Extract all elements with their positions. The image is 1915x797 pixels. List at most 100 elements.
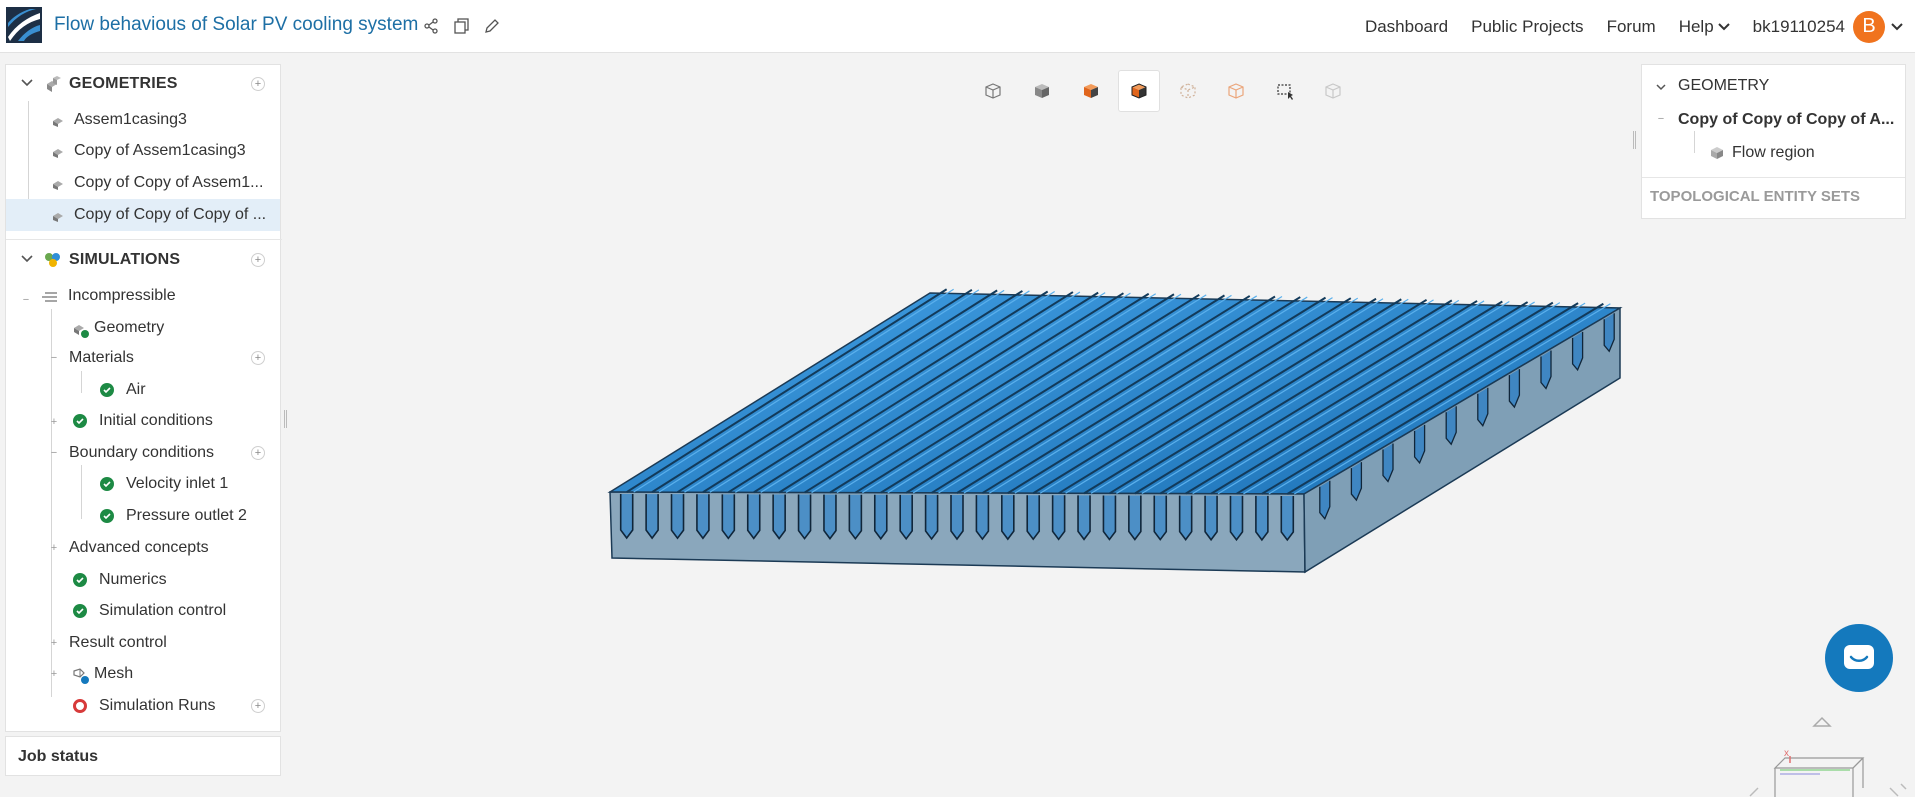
chevron-down-icon[interactable]: [20, 252, 34, 266]
solid-cube-icon[interactable]: [1021, 70, 1063, 112]
check-icon: [73, 414, 87, 428]
geometry-item[interactable]: Copy of Assem1casing3: [30, 138, 280, 164]
project-title[interactable]: Flow behavious of Solar PV cooling syste…: [54, 14, 418, 36]
add-simulation-run-button[interactable]: +: [251, 699, 265, 713]
topological-entity-sets-header[interactable]: TOPOLOGICAL ENTITY SETS: [1650, 188, 1860, 205]
simulations-icon: [45, 253, 60, 267]
share-icon[interactable]: [420, 15, 442, 37]
right-panel-resize-handle[interactable]: [1633, 131, 1636, 149]
fin-front: [670, 494, 685, 540]
fin-front: [899, 494, 913, 541]
tree-item-numerics[interactable]: Numerics: [73, 567, 167, 593]
chat-button[interactable]: [1825, 624, 1893, 692]
solid-cube-icon: [1711, 147, 1723, 159]
tree-item-advanced-concepts[interactable]: Advanced concepts: [69, 535, 209, 561]
check-icon: [100, 477, 114, 491]
tree-item-initial-conditions[interactable]: Initial conditions: [73, 408, 213, 434]
panel-resize-handle[interactable]: [284, 410, 287, 428]
avatar[interactable]: B: [1853, 10, 1885, 43]
expand-toggle[interactable]: +: [49, 638, 59, 649]
add-boundary-condition-button[interactable]: +: [251, 446, 265, 460]
username[interactable]: bk19110254: [1753, 17, 1845, 37]
tree-item-air[interactable]: Air: [100, 377, 146, 403]
collapse-toggle[interactable]: −: [1656, 114, 1666, 125]
geometries-icon: [47, 76, 61, 92]
nav-forum[interactable]: Forum: [1607, 17, 1656, 37]
fin-front: [1255, 495, 1269, 542]
check-icon: [100, 509, 114, 523]
geometry-item[interactable]: Assem1casing3: [30, 107, 280, 133]
tree-item-geometry[interactable]: Geometry: [72, 315, 164, 341]
points-cube-icon[interactable]: [1167, 70, 1209, 112]
geometry-item[interactable]: Copy of Copy of Assem1...: [30, 170, 280, 196]
fin-front: [746, 494, 761, 540]
nav-public-projects[interactable]: Public Projects: [1471, 17, 1583, 37]
geometry-item-label: Copy of Assem1casing3: [74, 142, 246, 159]
simulations-title: SIMULATIONS: [69, 251, 181, 268]
tree-item-materials[interactable]: Materials: [69, 345, 134, 371]
geometry-item-label: Assem1casing3: [74, 111, 187, 128]
settings-cube-icon[interactable]: [1312, 70, 1354, 112]
edit-icon[interactable]: [481, 15, 503, 37]
job-status-panel[interactable]: Job status: [5, 736, 281, 776]
flow-region-item[interactable]: Flow region: [1732, 144, 1815, 162]
simulations-section-header[interactable]: SIMULATIONS +: [6, 241, 282, 279]
chevron-down-icon[interactable]: [1655, 81, 1667, 93]
list-icon: [42, 290, 58, 302]
fin-front: [1153, 495, 1168, 541]
collapse-toggle[interactable]: −: [21, 295, 31, 306]
orange-cube-icon[interactable]: [1070, 70, 1112, 112]
nav-help[interactable]: Help: [1679, 17, 1730, 37]
section-cube-icon[interactable]: [1118, 70, 1160, 112]
fin-front: [1102, 495, 1117, 541]
tree-item-boundary-conditions[interactable]: Boundary conditions: [69, 440, 214, 466]
check-icon: [100, 383, 114, 397]
tree-item-pressure-outlet[interactable]: Pressure outlet 2: [100, 503, 247, 529]
expand-toggle[interactable]: +: [49, 669, 59, 680]
tree-item-label: Mesh: [94, 665, 134, 682]
geometries-section-header[interactable]: GEOMETRIES +: [6, 65, 282, 103]
tree-item-simulation-runs[interactable]: Simulation Runs: [73, 693, 216, 719]
fin-front: [797, 494, 812, 540]
svg-text:x: x: [1784, 748, 1789, 759]
add-material-button[interactable]: +: [251, 351, 265, 365]
outline-cube-icon[interactable]: [1215, 70, 1257, 112]
tree-item-result-control[interactable]: Result control: [69, 630, 167, 656]
add-simulation-button[interactable]: +: [251, 253, 265, 267]
job-status-label: Job status: [18, 748, 99, 765]
heat-sink-3d-model[interactable]: [600, 285, 1630, 585]
tree-item-mesh[interactable]: Mesh: [72, 661, 133, 687]
expand-toggle[interactable]: +: [49, 543, 59, 554]
tree-item-velocity-inlet[interactable]: Velocity inlet 1: [100, 471, 228, 497]
simscale-logo[interactable]: [6, 7, 42, 43]
fin-front: [1077, 495, 1091, 541]
add-geometry-button[interactable]: +: [251, 77, 265, 91]
fin-front: [924, 494, 939, 541]
geometry-item-selected[interactable]: Copy of Copy of Copy of ...: [6, 199, 280, 231]
tree-item-label: Geometry: [94, 319, 165, 336]
geometry-part-icon: [52, 114, 64, 127]
fin-front: [1026, 495, 1041, 541]
chevron-down-icon[interactable]: [20, 76, 34, 90]
collapse-toggle[interactable]: −: [49, 448, 59, 459]
collapse-toggle[interactable]: −: [49, 353, 59, 364]
geometry-part-icon: [52, 209, 64, 222]
box-select-icon[interactable]: [1264, 70, 1306, 112]
view-orientation-cube[interactable]: x: [1720, 708, 1910, 797]
tree-item-simulation-control[interactable]: Simulation control: [73, 598, 226, 624]
fin-front: [1178, 495, 1193, 542]
geometry-inspector-panel: GEOMETRY − Copy of Copy of Copy of A... …: [1641, 64, 1906, 219]
geometries-title: GEOMETRIES: [69, 75, 178, 92]
simulation-item[interactable]: Incompressible: [42, 283, 176, 309]
geometry-check-icon: [72, 322, 90, 338]
copy-icon[interactable]: [451, 15, 473, 37]
simulation-label: Incompressible: [68, 287, 176, 304]
expand-toggle[interactable]: +: [49, 417, 59, 428]
geometry-panel-title: GEOMETRY: [1678, 77, 1770, 94]
fin-front: [848, 494, 863, 541]
nav-dashboard[interactable]: Dashboard: [1365, 17, 1448, 37]
chevron-down-icon[interactable]: [1891, 22, 1903, 31]
geometry-panel-item[interactable]: Copy of Copy of Copy of A...: [1678, 111, 1900, 129]
geometry-part-icon: [52, 177, 64, 190]
wireframe-cube-icon[interactable]: [972, 70, 1014, 112]
